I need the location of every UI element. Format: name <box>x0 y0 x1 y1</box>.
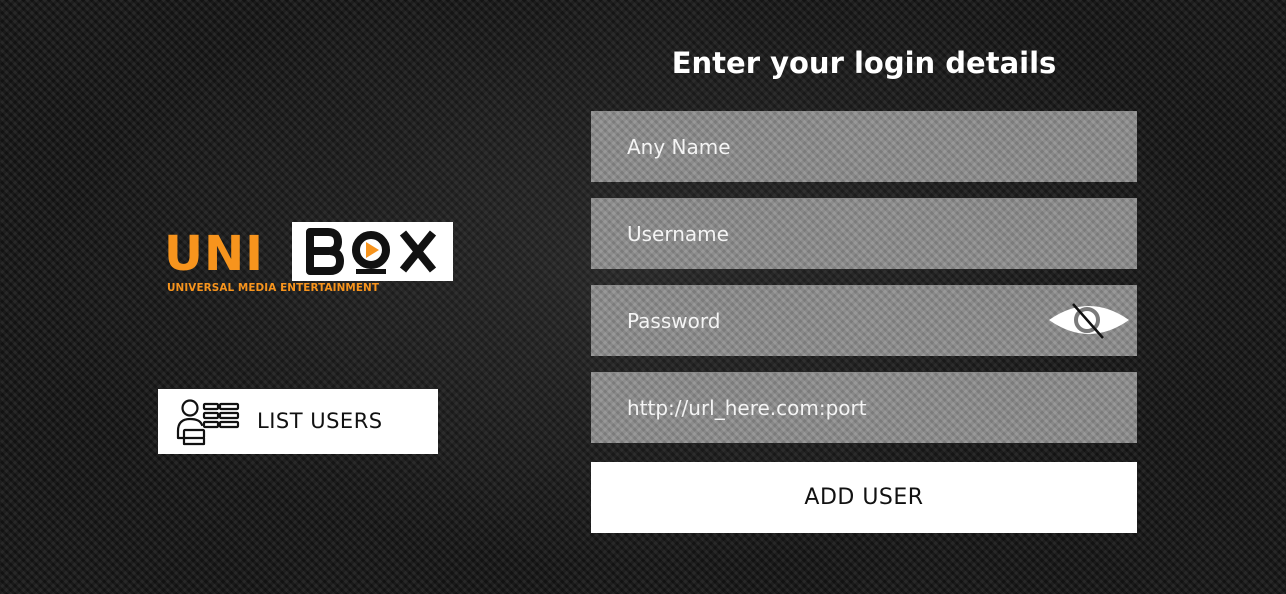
form-title: Enter your login details <box>671 46 1057 80</box>
list-users-label: LIST USERS <box>257 409 383 433</box>
any-name-field-box <box>591 111 1137 182</box>
any-name-input[interactable] <box>591 111 1137 182</box>
password-field-box <box>591 285 1137 356</box>
username-field-box <box>591 198 1137 269</box>
password-input[interactable] <box>591 285 1031 356</box>
unibox-logo: UNI UNIVERSAL MEDIA ENTERTAINMENT <box>164 222 456 298</box>
user-list-icon <box>176 399 240 446</box>
logo-tagline: UNIVERSAL MEDIA ENTERTAINMENT <box>167 282 380 294</box>
logo-box-wordmark <box>306 228 437 275</box>
logo-box-block <box>292 222 453 281</box>
server-url-input[interactable] <box>591 372 1137 443</box>
url-field-box <box>591 372 1137 443</box>
add-user-button[interactable]: ADD USER <box>591 462 1137 533</box>
eye-slash-icon[interactable] <box>1047 298 1131 342</box>
login-screen: UNI UNIVERSAL MEDIA ENTERTAINMENT LIST U… <box>0 0 1286 594</box>
list-users-button[interactable]: LIST USERS <box>158 389 438 454</box>
logo-uni-text: UNI <box>164 226 265 282</box>
username-input[interactable] <box>591 198 1137 269</box>
